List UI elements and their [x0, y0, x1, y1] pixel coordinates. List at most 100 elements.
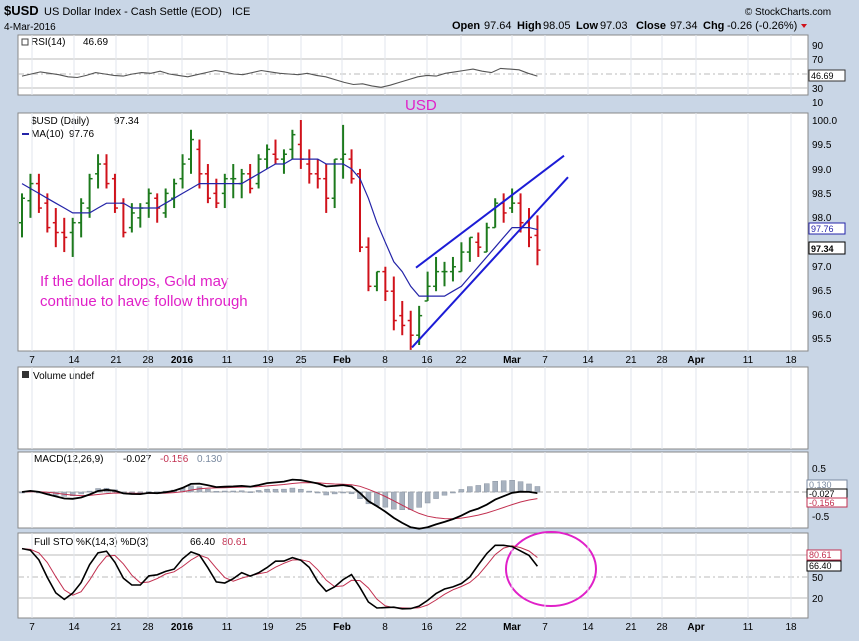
rsi-panel	[17, 34, 809, 96]
x-tick-label-top: Feb	[333, 355, 351, 366]
macd-histogram-bar	[475, 485, 482, 493]
sto-d-value: 80.61	[222, 537, 247, 548]
price-tick-98: 98.0	[812, 213, 832, 224]
macd-histogram-bar	[500, 480, 507, 493]
macd-histogram-bar	[517, 481, 524, 493]
macd-histogram-bar	[255, 490, 262, 493]
macd-histogram-bar	[323, 491, 329, 496]
macd-histogram-bar	[78, 491, 84, 495]
macd-histogram-bar	[222, 490, 228, 493]
note-line-2: continue to have follow through	[40, 293, 248, 310]
price-panel	[17, 112, 809, 352]
macd-histogram-bar	[264, 488, 270, 493]
x-tick-label-bottom: Apr	[687, 622, 704, 633]
chart-date: 4-Mar-2016	[4, 22, 56, 33]
macd-signal-tag-text: -0.156	[809, 498, 835, 508]
sto-d-tag-text: 80.61	[809, 550, 832, 560]
exchange: ICE	[232, 6, 250, 18]
x-tick-label-top: 19	[262, 355, 274, 366]
x-tick-label-top: 28	[656, 355, 668, 366]
macd-histogram-bar	[399, 491, 405, 510]
sto-k-value: 66.40	[190, 537, 215, 548]
volume-label: Volume undef	[33, 371, 94, 382]
x-tick-label-top: 11	[222, 355, 233, 366]
ma-value: 97.76	[69, 129, 94, 140]
macd-tick-neg-0-5: -0.5	[812, 512, 830, 523]
macd-histogram-bar	[458, 489, 465, 493]
rsi-tick-10: 10	[812, 98, 824, 109]
macd-histogram-bar	[433, 491, 439, 499]
x-tick-label-top: 11	[743, 355, 754, 366]
x-tick-label-bottom: Mar	[503, 622, 521, 633]
x-tick-label-top: 16	[421, 355, 433, 366]
macd-histogram-bar	[441, 491, 448, 496]
x-tick-label-bottom: 19	[262, 622, 274, 633]
x-tick-label-top: 18	[785, 355, 797, 366]
price-tick-98-5: 98.5	[812, 189, 832, 200]
x-tick-label-bottom: 22	[455, 622, 467, 633]
volume-panel	[17, 366, 809, 450]
macd-histogram-bar	[534, 486, 541, 493]
note-line-1: If the dollar drops, Gold may	[40, 273, 229, 290]
macd-label: MACD(12,26,9)	[34, 454, 103, 465]
price-value: 97.34	[114, 116, 139, 127]
macd-histogram-bar	[467, 486, 473, 493]
macd-histogram-bar	[492, 480, 498, 493]
x-tick-label-top: 14	[582, 355, 594, 366]
rsi-tag-text: 46.69	[811, 71, 834, 81]
price-tag-text: 97.34	[811, 244, 834, 254]
macd-histogram-bar	[382, 491, 389, 508]
price-label: $USD (Daily)	[31, 116, 89, 127]
watermark: © StockCharts.com	[745, 7, 831, 18]
close-value: 97.34	[670, 20, 698, 32]
macd-value: -0.027	[123, 454, 152, 465]
x-tick-label-top: 8	[382, 355, 388, 366]
x-tick-label-top: 22	[455, 355, 467, 366]
sto-tick-20: 20	[812, 594, 824, 605]
rsi-tick-70: 70	[812, 55, 824, 66]
x-tick-label-top: 21	[110, 355, 122, 366]
macd-histogram-bar	[86, 490, 93, 493]
x-tick-label-bottom: 25	[295, 622, 307, 633]
x-tick-label-top: 7	[29, 355, 35, 366]
x-tick-label-top: 21	[625, 355, 637, 366]
price-tick-96: 96.0	[812, 310, 832, 321]
price-tick-99-5: 99.5	[812, 140, 832, 151]
rsi-label: RSI(14)	[31, 37, 65, 48]
x-tick-label-bottom: 21	[625, 622, 637, 633]
instrument-name: US Dollar Index - Cash Settle (EOD)	[44, 6, 222, 18]
macd-histogram-bar	[416, 491, 422, 508]
macd-histogram-bar	[509, 480, 515, 493]
price-tick-100: 100.0	[812, 116, 837, 127]
x-tick-label-top: Apr	[687, 355, 704, 366]
x-tick-label-top: Mar	[503, 355, 521, 366]
sto-k-tag-text: 66.40	[809, 561, 832, 571]
x-tick-label-bottom: 14	[68, 622, 80, 633]
macd-histogram-bar	[450, 491, 456, 494]
x-tick-label-top: 7	[542, 355, 548, 366]
x-tick-label-bottom: 11	[222, 622, 233, 633]
x-tick-label-bottom: 11	[743, 622, 754, 633]
x-tick-label-bottom: 21	[110, 622, 122, 633]
x-tick-label-bottom: 7	[542, 622, 548, 633]
x-tick-label-top: 25	[295, 355, 307, 366]
rsi-tick-90: 90	[812, 41, 824, 52]
macd-histogram-bar	[315, 491, 321, 494]
macd-histogram-bar	[213, 490, 220, 493]
macd-histogram-bar	[424, 491, 431, 504]
stock-chart: $USD US Dollar Index - Cash Settle (EOD)…	[0, 0, 859, 633]
sto-tick-50: 50	[812, 573, 824, 584]
macd-histogram-bar	[238, 490, 245, 493]
open-label: Open	[452, 20, 480, 32]
price-tick-96-5: 96.5	[812, 286, 832, 297]
x-tick-label-top: 28	[142, 355, 154, 366]
macd-histogram-bar	[188, 485, 194, 493]
volume-legend-icon	[22, 371, 29, 378]
price-tick-95-5: 95.5	[812, 334, 832, 345]
macd-histogram-bar	[331, 491, 338, 495]
x-tick-label-bottom: 7	[29, 622, 35, 633]
macd-tick-0-5: 0.5	[812, 464, 826, 475]
high-label: High	[517, 20, 542, 32]
ma-tag-text: 97.76	[811, 224, 834, 234]
x-tick-label-bottom: 16	[421, 622, 433, 633]
